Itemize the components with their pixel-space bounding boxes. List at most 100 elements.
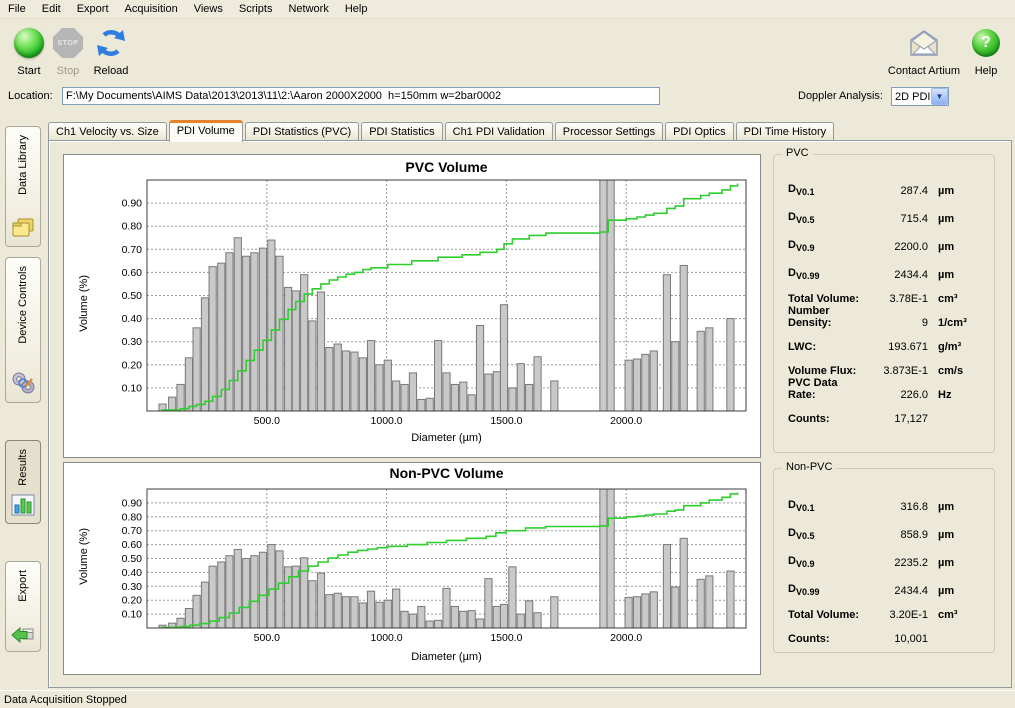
- pvc-volume-chart: 0.100.200.300.400.500.600.700.800.90500.…: [64, 155, 760, 457]
- menu-views[interactable]: Views: [186, 1, 231, 17]
- contact-artium-button[interactable]: Contact Artium: [878, 25, 970, 77]
- svg-text:0.80: 0.80: [122, 221, 143, 233]
- stat-row-dv099: DV0.992434.4µm: [774, 569, 994, 597]
- help-label: Help: [968, 65, 1004, 77]
- gears-icon: [10, 370, 36, 396]
- svg-text:1000.0: 1000.0: [371, 415, 403, 427]
- contact-artium-label: Contact Artium: [878, 65, 970, 77]
- menu-acquisition[interactable]: Acquisition: [117, 1, 186, 17]
- svg-text:0.60: 0.60: [122, 267, 143, 279]
- reload-icon: [88, 25, 134, 61]
- chevron-down-icon[interactable]: ▼: [931, 88, 948, 105]
- pvc-group-title: PVC: [782, 147, 813, 159]
- doppler-analysis-select[interactable]: 2D PDI ▼: [891, 87, 949, 106]
- stat-row-total-volume: Total Volume:3.20E-1cm³: [774, 597, 994, 621]
- stat-row-volume-flux: Volume Flux:3.873E-1cm/s: [774, 353, 994, 377]
- non-pvc-y-axis-label: Volume (%): [78, 528, 90, 588]
- svg-text:0.20: 0.20: [122, 595, 143, 607]
- non-pvc-stats-group: Non-PVC DV0.1316.8µm DV0.5858.9µm DV0.92…: [773, 468, 995, 653]
- menu-scripts[interactable]: Scripts: [231, 1, 281, 17]
- envelope-icon: [878, 25, 970, 61]
- sidebar-item-export[interactable]: Export: [5, 561, 41, 652]
- svg-text:0.50: 0.50: [122, 290, 143, 302]
- sidebar-label-export: Export: [17, 570, 29, 602]
- application-window: File Edit Export Acquisition Views Scrip…: [0, 0, 1015, 708]
- svg-text:0.30: 0.30: [122, 581, 143, 593]
- stat-row-counts: Counts:10,001: [774, 621, 994, 645]
- menu-help[interactable]: Help: [337, 1, 376, 17]
- tab-processor-settings[interactable]: Processor Settings: [555, 122, 663, 141]
- start-icon: [14, 28, 44, 58]
- svg-text:0.70: 0.70: [122, 244, 143, 256]
- sidebar: Data Library Device Controls: [0, 112, 47, 690]
- sidebar-item-device-controls[interactable]: Device Controls: [5, 257, 41, 403]
- toolbar: Start STOP Stop Reload: [0, 19, 1015, 83]
- tab-pdi-optics[interactable]: PDI Optics: [665, 122, 734, 141]
- non-pvc-volume-chart-panel: Non-PVC Volume Volume (%) 0.100.200.300.…: [63, 462, 761, 675]
- sidebar-item-data-library[interactable]: Data Library: [5, 126, 41, 247]
- menu-edit[interactable]: Edit: [34, 1, 69, 17]
- svg-text:1500.0: 1500.0: [490, 415, 522, 427]
- stat-row-number-density: Number Density:91/cm³: [774, 305, 994, 329]
- tab-pdi-volume[interactable]: PDI Volume: [169, 120, 243, 142]
- location-row: Location: Doppler Analysis: 2D PDI ▼: [0, 84, 1015, 110]
- stop-icon: STOP: [53, 28, 83, 58]
- pvc-chart-title: PVC Volume: [147, 159, 746, 175]
- export-icon: [10, 621, 36, 645]
- svg-text:0.30: 0.30: [122, 336, 143, 348]
- pvc-volume-chart-panel: PVC Volume Volume (%) 0.10 0.20 0.30 0.40 0.…: [63, 154, 761, 458]
- reload-button[interactable]: Reload: [88, 25, 134, 77]
- non-pvc-group-title: Non-PVC: [782, 461, 836, 473]
- sidebar-item-results[interactable]: Results: [5, 440, 41, 524]
- svg-text:0.10: 0.10: [122, 382, 143, 394]
- location-input[interactable]: [62, 87, 660, 105]
- pvc-y-axis-label: Volume (%): [78, 275, 90, 335]
- svg-text:2000.0: 2000.0: [610, 415, 642, 427]
- tab-content-panel: PVC Volume Volume (%) 0.10 0.20 0.30 0.40 0.…: [48, 140, 1012, 688]
- doppler-analysis-label: Doppler Analysis:: [798, 90, 883, 102]
- menu-network[interactable]: Network: [280, 1, 336, 17]
- results-chart-icon: [10, 493, 36, 517]
- doppler-analysis-value: 2D PDI: [892, 91, 931, 103]
- stat-row-dv099: DV0.992434.4µm: [774, 253, 994, 281]
- svg-text:2000.0: 2000.0: [610, 632, 642, 644]
- svg-text:1500.0: 1500.0: [490, 632, 522, 644]
- pvc-stats-group: PVC DV0.1287.4µm DV0.5715.4µm DV0.92200.…: [773, 154, 995, 453]
- reload-label: Reload: [88, 65, 134, 77]
- svg-text:0.80: 0.80: [122, 511, 143, 523]
- start-button[interactable]: Start: [8, 25, 50, 77]
- svg-text:0.40: 0.40: [122, 313, 143, 325]
- tab-pdi-statistics[interactable]: PDI Statistics: [361, 122, 442, 141]
- stat-row-dv01: DV0.1287.4µm: [774, 169, 994, 197]
- menu-file[interactable]: File: [0, 1, 34, 17]
- svg-text:0.50: 0.50: [122, 553, 143, 565]
- stop-button[interactable]: STOP Stop: [50, 25, 86, 77]
- tab-pdi-time-history[interactable]: PDI Time History: [736, 122, 835, 141]
- svg-text:0.90: 0.90: [122, 497, 143, 509]
- svg-text:0.60: 0.60: [122, 539, 143, 551]
- status-bar: Data Acquisition Stopped: [0, 690, 1015, 708]
- stat-row-dv05: DV0.5715.4µm: [774, 197, 994, 225]
- stat-row-counts: Counts:17,127: [774, 401, 994, 425]
- stat-row-total-volume: Total Volume:3.78E-1cm³: [774, 281, 994, 305]
- svg-text:0.70: 0.70: [122, 525, 143, 537]
- start-label: Start: [8, 65, 50, 77]
- folders-icon: [10, 216, 36, 240]
- pvc-x-axis-label: Diameter (µm): [147, 432, 746, 444]
- sidebar-label-results: Results: [17, 449, 29, 486]
- stat-row-dv01: DV0.1316.8µm: [774, 485, 994, 513]
- stop-label: Stop: [50, 65, 86, 77]
- help-button[interactable]: ? Help: [968, 25, 1004, 77]
- menu-export[interactable]: Export: [69, 1, 117, 17]
- non-pvc-chart-title: Non-PVC Volume: [147, 465, 746, 481]
- tab-ch1-pdi-validation[interactable]: Ch1 PDI Validation: [445, 122, 553, 141]
- stat-row-dv09: DV0.92200.0µm: [774, 225, 994, 253]
- location-label: Location:: [8, 90, 53, 102]
- tab-pdi-statistics-pvc[interactable]: PDI Statistics (PVC): [245, 122, 359, 141]
- svg-text:0.20: 0.20: [122, 359, 143, 371]
- tab-ch1-velocity-vs-size[interactable]: Ch1 Velocity vs. Size: [48, 122, 167, 141]
- sidebar-label-device-controls: Device Controls: [17, 266, 29, 344]
- svg-text:500.0: 500.0: [254, 415, 280, 427]
- status-text: Data Acquisition Stopped: [4, 694, 127, 706]
- stat-row-dv09: DV0.92235.2µm: [774, 541, 994, 569]
